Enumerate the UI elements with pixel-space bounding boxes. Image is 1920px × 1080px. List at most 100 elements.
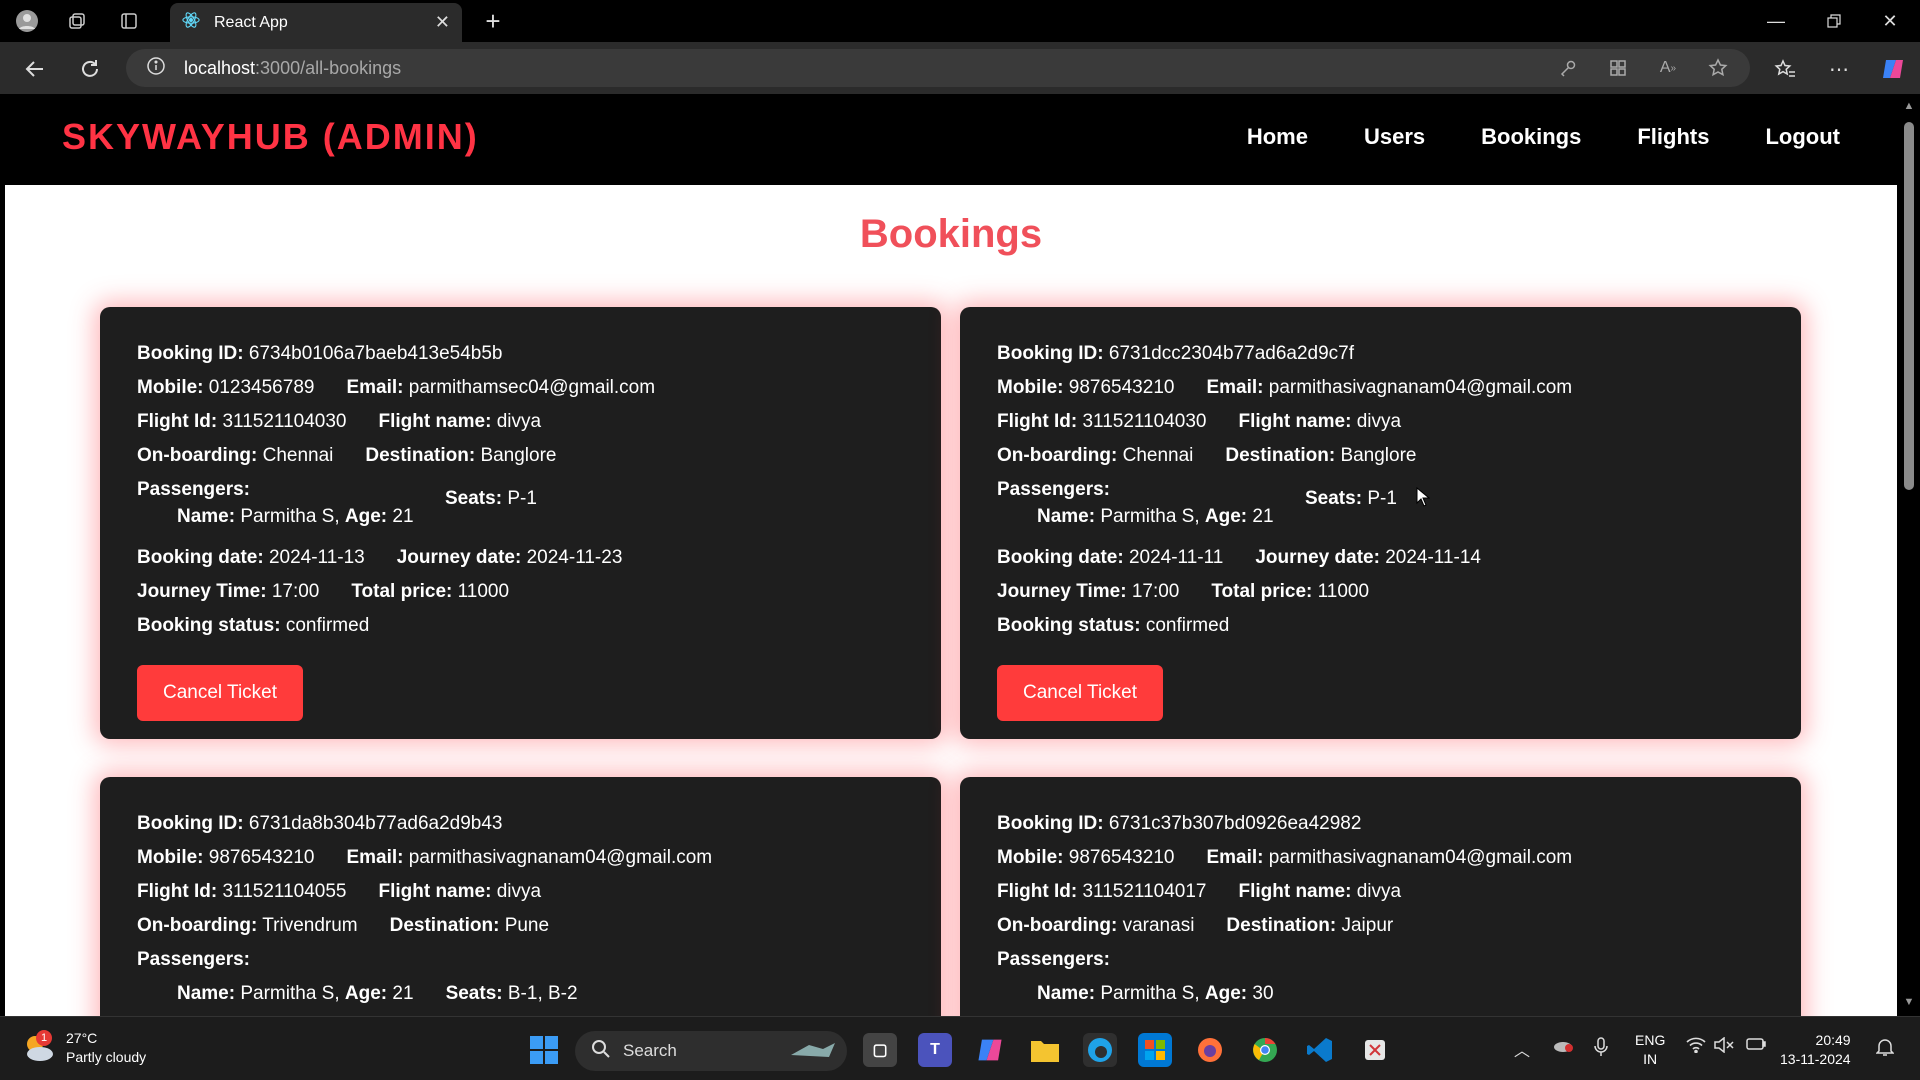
page-scrollbar[interactable]: ▲ ▼ [1897,94,1920,1016]
language-indicator[interactable]: ENG IN [1635,1031,1665,1069]
brand-logo[interactable]: SKYWAYHUB (ADMIN) [62,116,479,158]
minimize-icon[interactable]: — [1756,6,1796,36]
back-icon[interactable] [20,54,50,84]
passengers-label: Passengers: [997,949,1111,970]
key-icon[interactable] [1556,56,1580,80]
profile-icon[interactable] [14,8,40,34]
edge-browser-icon[interactable] [1083,1033,1117,1067]
passengers-label: Passengers: [137,479,251,500]
microphone-icon[interactable] [1594,1037,1608,1062]
passenger-row: Name: Parmitha S, Age: 21 Seats: P-1 [137,488,904,541]
task-view-icon[interactable]: ▢ [863,1033,897,1067]
passenger-item: Name: Parmitha S, Age: 30 [1037,977,1274,1011]
firefox-icon[interactable] [1193,1033,1227,1067]
journey-date-value: 2024-11-14 [1385,547,1481,568]
nav-logout[interactable]: Logout [1765,124,1840,150]
favorite-star-icon[interactable] [1706,56,1730,80]
flight-id-label: Flight Id: [137,881,218,902]
onboarding-field: On-boarding: Trivendrum [137,909,358,943]
tab-close-icon[interactable]: ✕ [435,12,450,33]
onboarding-field: On-boarding: Chennai [997,439,1193,473]
taskbar-search[interactable]: Search [575,1031,847,1071]
passenger-age-label: Age: [344,983,388,1004]
vscode-icon[interactable] [1303,1033,1337,1067]
teams-icon[interactable]: T [918,1033,952,1067]
reload-icon[interactable] [75,54,105,84]
flight-id-field: Flight Id: 311521104017 [997,875,1206,909]
weather-desc: Partly cloudy [66,1049,147,1065]
app-navbar: SKYWAYHUB (ADMIN) Home Users Bookings Fl… [5,94,1897,185]
copilot-icon[interactable] [1880,56,1906,82]
seats-field: Seats: B-1, B-2 [446,977,578,1011]
wifi-icon[interactable] [1686,1037,1706,1058]
address-bar[interactable]: localhost:3000/all-bookings A» [126,49,1750,87]
nav-links: Home Users Bookings Flights Logout [1247,124,1840,150]
favorites-icon[interactable] [1772,56,1798,82]
email-label: Email: [346,847,404,868]
scrollbar-thumb[interactable] [1904,122,1914,490]
flight-name-value: divya [1356,411,1402,432]
mobile-value: 9876543210 [1068,847,1175,868]
cancel-ticket-button[interactable]: Cancel Ticket [997,665,1163,721]
snipping-tool-icon[interactable] [1358,1033,1392,1067]
onboarding-field: On-boarding: varanasi [997,909,1194,943]
cancel-ticket-button[interactable]: Cancel Ticket [137,665,303,721]
flight-name-field: Flight name: divya [378,405,541,439]
file-explorer-icon[interactable] [1028,1033,1062,1067]
windows-taskbar: 1 27°C Partly cloudy Search ▢ T ︿ ENG IN… [0,1016,1920,1080]
flight-name-value: divya [1356,881,1402,902]
site-info-icon[interactable] [146,56,166,81]
nav-users[interactable]: Users [1364,124,1425,150]
onedrive-icon[interactable] [1552,1037,1574,1058]
email-value: parmithasivagnanam04@gmail.com [1268,847,1573,868]
notification-bell-icon[interactable] [1875,1037,1895,1062]
apps-icon[interactable] [1606,56,1630,80]
total-price-label: Total price: [351,581,453,602]
destination-field: Destination: Banglore [1225,439,1416,473]
flight-name-field: Flight name: divya [1238,405,1401,439]
weather-widget[interactable]: 1 27°C Partly cloudy [22,1029,146,1067]
passenger-item: Name: Parmitha S, Age: 21 [1037,506,1274,528]
read-aloud-icon[interactable]: A» [1656,56,1680,80]
microsoft-store-icon[interactable] [1138,1033,1172,1067]
volume-muted-icon[interactable] [1714,1036,1734,1058]
scroll-down-arrow-icon[interactable]: ▼ [1902,996,1916,1010]
browser-tab[interactable]: React App ✕ [170,3,462,42]
nav-flights[interactable]: Flights [1637,124,1709,150]
more-menu-icon[interactable]: ⋯ [1826,56,1852,82]
battery-icon[interactable] [1746,1037,1766,1056]
journey-date-value: 2024-11-23 [526,547,623,568]
workspaces-icon[interactable] [64,8,90,34]
booking-status-value: confirmed [285,615,370,636]
weather-badge: 1 [36,1030,52,1046]
copilot-app-icon[interactable] [973,1033,1007,1067]
tab-actions-icon[interactable] [116,8,142,34]
mobile-label: Mobile: [137,377,204,398]
passenger-age-value: 21 [392,983,414,1004]
system-clock[interactable]: 20:49 13-11-2024 [1780,1031,1851,1069]
restore-icon[interactable] [1814,6,1854,36]
flight-name-field: Flight name: divya [1238,875,1401,909]
weather-cloud-icon: 1 [22,1030,56,1064]
show-hidden-icons-chevron-icon[interactable]: ︿ [1514,1037,1530,1061]
booking-card: Booking ID: 6731c37b307bd0926ea42982 Mob… [960,777,1801,1016]
windows-start-icon[interactable] [527,1033,561,1067]
destination-field: Destination: Jaipur [1226,909,1393,943]
chrome-icon[interactable] [1248,1033,1282,1067]
new-tab-button[interactable]: + [478,6,508,36]
journey-date-field: Journey date: 2024-11-23 [397,541,623,575]
flight-id-value: 311521104055 [222,881,347,902]
booking-id-value: 6734b0106a7baeb413e54b5b [248,343,503,364]
flight-name-label: Flight name: [378,881,492,902]
flight-id-value: 311521104017 [1082,881,1207,902]
passenger-name-value: Parmitha S, [1100,983,1200,1004]
total-price-value: 11000 [457,581,510,602]
passenger-name-label: Name: [177,506,236,527]
booking-id-field: Booking ID: 6734b0106a7baeb413e54b5b [137,337,503,371]
scroll-up-arrow-icon[interactable]: ▲ [1902,100,1916,114]
close-window-icon[interactable]: ✕ [1870,6,1910,36]
nav-bookings[interactable]: Bookings [1481,124,1581,150]
onboarding-value: Chennai [1122,445,1194,466]
flight-name-label: Flight name: [378,411,492,432]
nav-home[interactable]: Home [1247,124,1308,150]
